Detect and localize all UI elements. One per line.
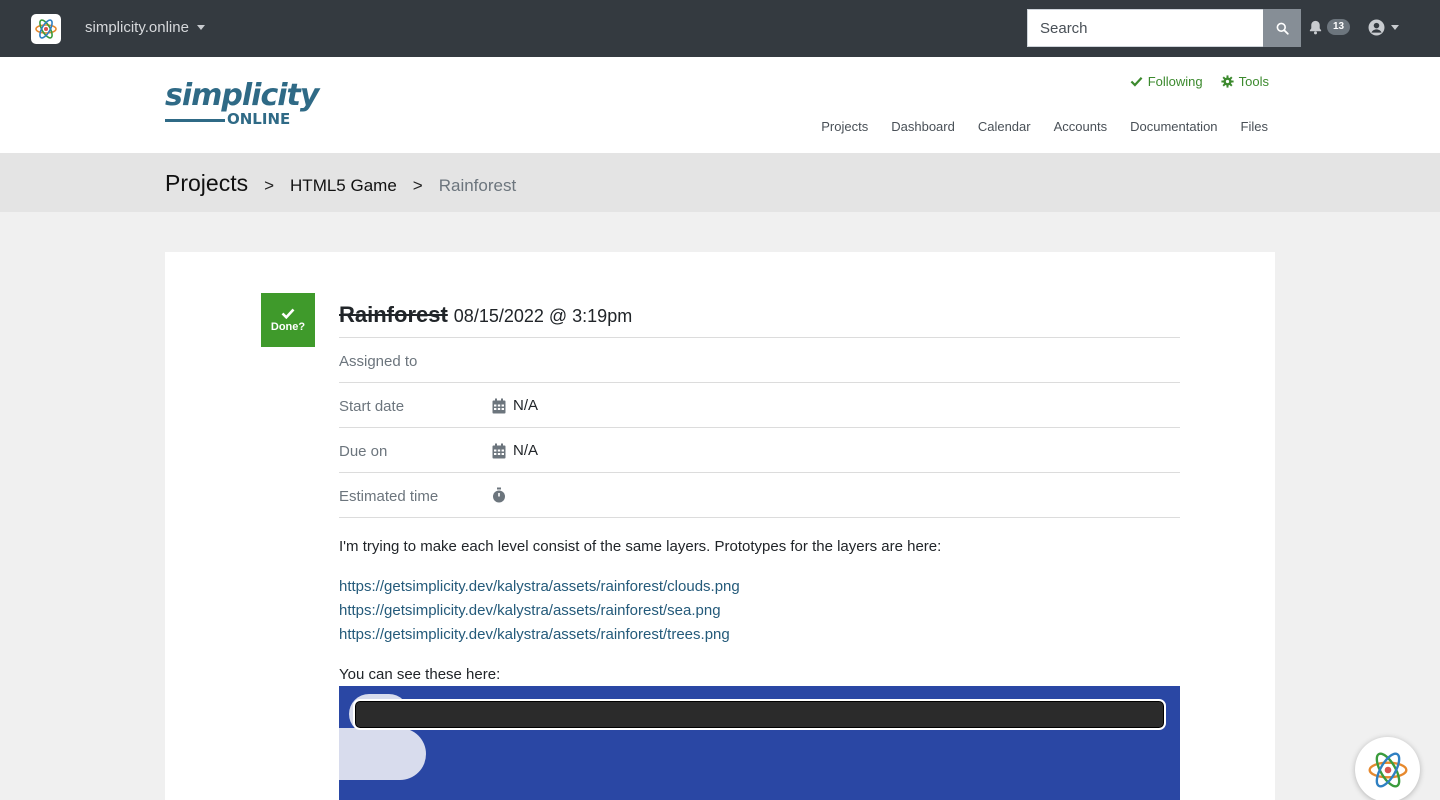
breadcrumb: Projects > HTML5 Game > Rainforest xyxy=(0,153,1440,212)
nav-accounts[interactable]: Accounts xyxy=(1054,119,1107,134)
brand-logo[interactable]: simplicity ONLINE xyxy=(165,78,319,128)
task-card: Done? Rainforest 08/15/2022 @ 3:19pm Ass… xyxy=(165,252,1275,800)
notifications-button[interactable]: 13 xyxy=(1308,19,1351,35)
cloud-shape xyxy=(339,728,426,780)
brand-subtitle: ONLINE xyxy=(227,110,291,128)
bell-icon xyxy=(1309,20,1322,35)
divider xyxy=(339,517,1180,518)
chevron-down-icon xyxy=(196,25,205,30)
done-label: Done? xyxy=(270,320,306,333)
gear-icon xyxy=(1221,75,1234,88)
tools-label: Tools xyxy=(1238,74,1269,89)
calendar-icon xyxy=(492,443,506,458)
search-button[interactable] xyxy=(1263,9,1301,47)
search-input[interactable] xyxy=(1027,9,1264,47)
check-icon xyxy=(1130,77,1143,87)
search-icon xyxy=(1276,22,1289,35)
due-date-text: N/A xyxy=(513,442,539,459)
start-date-value[interactable]: N/A xyxy=(492,397,538,414)
site-header: simplicity ONLINE Following Tools Projec… xyxy=(0,57,1440,153)
nav-files[interactable]: Files xyxy=(1241,119,1268,134)
task-heading: Rainforest 08/15/2022 @ 3:19pm xyxy=(339,302,632,328)
stopwatch-icon xyxy=(493,487,505,503)
following-button[interactable]: Following xyxy=(1130,74,1203,89)
tools-button[interactable]: Tools xyxy=(1221,74,1269,89)
top-navbar: simplicity.online 13 xyxy=(0,0,1440,57)
divider xyxy=(339,382,1180,383)
due-date-value[interactable]: N/A xyxy=(492,442,538,459)
help-widget-button[interactable] xyxy=(1355,737,1420,800)
task-description: I'm trying to make each level consist of… xyxy=(339,538,942,555)
divider xyxy=(339,472,1180,473)
breadcrumb-projects[interactable]: Projects xyxy=(165,170,248,197)
assigned-to-label: Assigned to xyxy=(339,353,418,370)
check-icon xyxy=(281,308,295,319)
breadcrumb-separator: > xyxy=(412,176,423,195)
site-name: simplicity.online xyxy=(85,19,189,36)
start-date-label: Start date xyxy=(339,398,405,415)
nav-documentation[interactable]: Documentation xyxy=(1130,119,1217,134)
user-menu-dropdown[interactable] xyxy=(1368,19,1399,36)
breadcrumb-current: Rainforest xyxy=(438,176,517,195)
main-nav: Projects Dashboard Calendar Accounts Doc… xyxy=(821,119,1268,134)
following-label: Following xyxy=(1147,74,1203,89)
app-logo[interactable] xyxy=(31,14,61,44)
game-top-bar xyxy=(353,699,1166,730)
asset-link-sea[interactable]: https://getsimplicity.dev/kalystra/asset… xyxy=(339,602,721,619)
breadcrumb-project[interactable]: HTML5 Game xyxy=(290,176,397,196)
task-title: Rainforest xyxy=(339,302,448,327)
preview-caption: You can see these here: xyxy=(339,666,501,683)
game-preview[interactable] xyxy=(339,686,1180,800)
start-date-text: N/A xyxy=(513,397,539,414)
site-switcher-dropdown[interactable]: simplicity.online xyxy=(85,19,205,36)
nav-projects[interactable]: Projects xyxy=(821,119,868,134)
user-circle-icon xyxy=(1368,19,1385,36)
nav-calendar[interactable]: Calendar xyxy=(978,119,1031,134)
task-date: 08/15/2022 @ 3:19pm xyxy=(453,306,633,326)
breadcrumb-separator: > xyxy=(264,176,275,195)
divider xyxy=(339,337,1180,338)
header-actions: Following Tools xyxy=(1130,74,1269,89)
due-on-label: Due on xyxy=(339,443,388,460)
nav-dashboard[interactable]: Dashboard xyxy=(891,119,955,134)
atom-logo-icon xyxy=(35,19,57,39)
brand-underline xyxy=(165,119,225,122)
chevron-down-icon xyxy=(1391,25,1399,30)
brand-wordmark: simplicity xyxy=(165,78,319,113)
atom-logo-icon xyxy=(1367,752,1408,787)
estimated-time-value[interactable] xyxy=(492,487,506,503)
estimated-time-label: Estimated time xyxy=(339,488,439,505)
notification-count-badge: 13 xyxy=(1327,19,1351,35)
asset-link-trees[interactable]: https://getsimplicity.dev/kalystra/asset… xyxy=(339,626,730,643)
asset-link-clouds[interactable]: https://getsimplicity.dev/kalystra/asset… xyxy=(339,578,740,595)
divider xyxy=(339,427,1180,428)
done-toggle-button[interactable]: Done? xyxy=(261,293,315,347)
calendar-icon xyxy=(492,398,506,413)
